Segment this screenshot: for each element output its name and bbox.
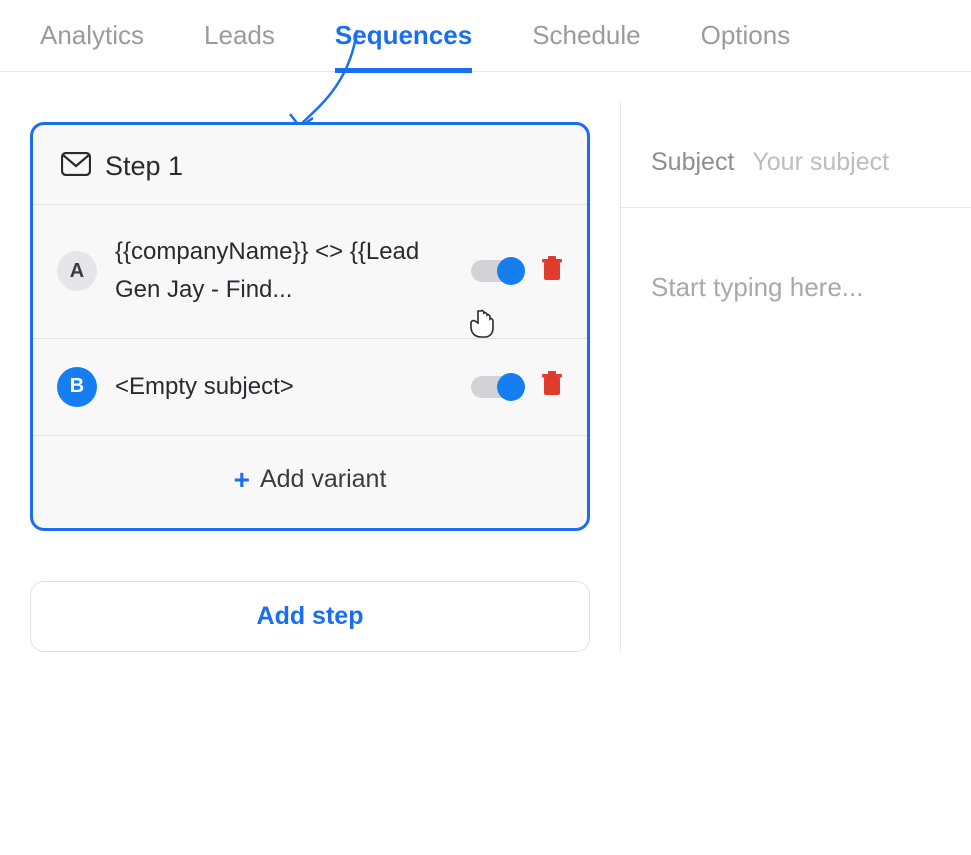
variant-row[interactable]: B <Empty subject>	[33, 339, 587, 436]
variant-badge-b: B	[57, 367, 97, 407]
step-header: Step 1	[33, 125, 587, 205]
delete-variant-button[interactable]	[541, 256, 563, 287]
email-body-input[interactable]: Start typing here...	[621, 208, 971, 367]
tab-leads[interactable]: Leads	[204, 20, 275, 71]
subject-input[interactable]	[752, 148, 971, 177]
variant-subject-text: {{companyName}} <> {{Lead Gen Jay - Find…	[115, 233, 453, 310]
add-variant-button[interactable]: + Add variant	[33, 436, 587, 528]
tab-sequences[interactable]: Sequences	[335, 20, 472, 71]
tab-bar: Analytics Leads Sequences Schedule Optio…	[0, 0, 971, 72]
email-editor: Subject Start typing here...	[620, 102, 971, 652]
variant-row[interactable]: A {{companyName}} <> {{Lead Gen Jay - Fi…	[33, 205, 587, 339]
tab-analytics[interactable]: Analytics	[40, 20, 144, 71]
step-card[interactable]: Step 1 A {{companyName}} <> {{Lead Gen J…	[30, 122, 590, 531]
delete-variant-button[interactable]	[541, 371, 563, 402]
trash-icon	[541, 371, 563, 397]
variant-subject-text: <Empty subject>	[115, 368, 453, 406]
add-step-button[interactable]: Add step	[30, 581, 590, 652]
plus-icon: +	[234, 464, 250, 496]
variant-toggle[interactable]	[471, 260, 523, 282]
step-title: Step 1	[105, 151, 183, 182]
variant-badge-a: A	[57, 251, 97, 291]
tab-options[interactable]: Options	[701, 20, 791, 71]
mail-icon	[61, 152, 91, 181]
subject-label: Subject	[651, 148, 734, 177]
trash-icon	[541, 256, 563, 282]
tab-schedule[interactable]: Schedule	[532, 20, 640, 71]
variant-toggle[interactable]	[471, 376, 523, 398]
add-variant-label: Add variant	[260, 465, 386, 494]
